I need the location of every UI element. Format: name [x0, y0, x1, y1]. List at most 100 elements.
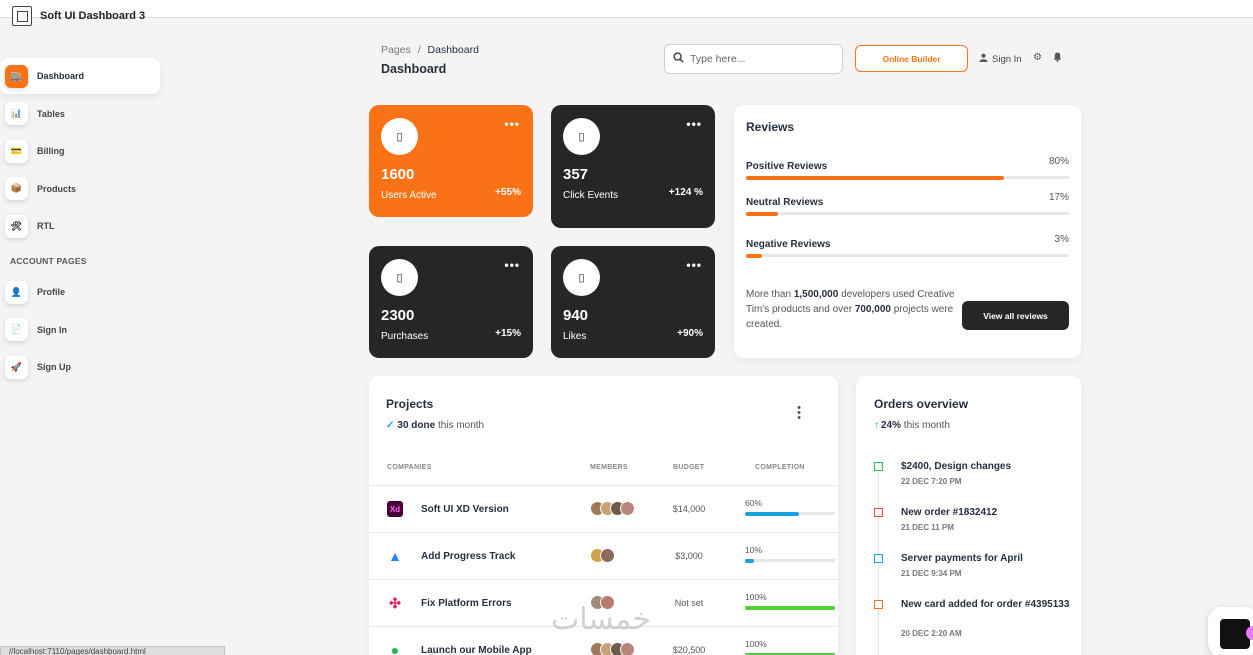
brand[interactable]: Soft UI Dashboard 3 — [12, 6, 145, 26]
html-icon — [874, 508, 883, 517]
sign-in-link[interactable]: Sign In — [979, 53, 1022, 65]
sign-in-label: Sign In — [992, 53, 1022, 65]
check-icon: ✓ — [386, 420, 395, 431]
sidebar-item-rtl[interactable]: 🛠 RTL — [0, 208, 160, 244]
stat-change: +15% — [495, 328, 521, 339]
bell-icon — [874, 462, 883, 471]
credit-card-icon: 💳 — [5, 139, 28, 163]
review-percent: 80% — [1048, 156, 1069, 167]
completion-bar — [745, 605, 835, 610]
mobile-icon: ▯ — [563, 259, 600, 296]
project-completion: 100% — [745, 592, 835, 610]
view-all-reviews-button[interactable]: View all reviews — [962, 301, 1069, 330]
breadcrumb-current: Dashboard — [427, 44, 479, 56]
brand-logo-icon — [12, 6, 32, 26]
timeline-date: 21 DEC 11 PM — [901, 523, 954, 532]
shop-icon: 🏬 — [5, 64, 28, 88]
stat-change: +90% — [677, 328, 703, 339]
timeline-text: $2400, Design changes — [901, 461, 1012, 472]
timeline-text: New order #1832412 — [901, 507, 998, 518]
stat-value: 1600 — [381, 166, 415, 183]
stat-value: 2300 — [381, 307, 415, 324]
floating-widget-button[interactable] — [1208, 607, 1253, 655]
member-avatars — [590, 548, 615, 563]
timeline-date: 20 DEC 2:20 AM — [901, 629, 962, 638]
project-name: Fix Platform Errors — [421, 598, 512, 609]
sidebar-item-label: Profile — [37, 287, 66, 297]
reviews-summary: More than 1,500,000 developers used Crea… — [746, 289, 955, 330]
stat-label: Likes — [563, 331, 587, 342]
review-percent: 3% — [1054, 234, 1069, 245]
review-progress-track — [746, 211, 1069, 216]
stat-value: 940 — [563, 307, 589, 324]
more-icon[interactable]: ••• — [504, 258, 520, 272]
sidebar-item-label: Tables — [37, 108, 65, 119]
sidebar: 🏬 Dashboard 📊 Tables 💳 Billing 📦 Product… — [0, 58, 170, 387]
more-icon[interactable]: ••• — [686, 117, 702, 131]
table-row[interactable]: Xd Soft UI XD Version $14,000 60% — [369, 485, 838, 532]
search-input[interactable] — [690, 53, 830, 65]
completion-percent: 60% — [745, 498, 763, 508]
breadcrumb-root[interactable]: Pages — [381, 44, 411, 56]
online-builder-button[interactable]: Online Builder — [855, 45, 968, 72]
completion-bar — [745, 511, 835, 516]
member-avatars — [590, 501, 635, 516]
timeline-date: 21 DEC 9:34 PM — [901, 569, 962, 578]
completion-percent: 100% — [745, 639, 767, 649]
avatar[interactable] — [620, 642, 635, 655]
review-progress-fill — [746, 175, 1005, 180]
member-avatars — [590, 642, 635, 655]
document-icon: 📄 — [5, 318, 28, 341]
user-icon: 👤 — [5, 280, 28, 304]
table-row[interactable]: ▲ Add Progress Track $3,000 10% — [369, 532, 838, 579]
review-progress-fill — [746, 253, 763, 258]
adobe-xd-icon: Xd — [387, 501, 403, 517]
mobile-icon: ▯ — [563, 118, 600, 155]
search-box[interactable] — [664, 44, 843, 74]
gear-icon[interactable]: ⚙ — [1033, 52, 1042, 63]
stat-card-users: ▯ ••• 1600 Users Active +55% — [369, 105, 533, 217]
atlassian-icon: ▲ — [388, 548, 402, 564]
sidebar-item-dashboard[interactable]: 🏬 Dashboard — [0, 58, 160, 94]
orders-subtitle: ↑ 24% this month — [874, 420, 950, 431]
timeline-text: New card added for order #4395133 — [901, 599, 1070, 610]
arrow-up-icon: ↑ — [874, 420, 879, 431]
box-icon: 📦 — [5, 177, 28, 200]
column-header-completion: COMPLETION — [755, 464, 805, 471]
column-header-companies: COMPANIES — [387, 464, 432, 471]
stat-value: 357 — [563, 166, 589, 183]
review-label: Negative Reviews — [746, 239, 831, 250]
stat-card-likes: ▯ ••• 940 Likes +90% — [551, 246, 715, 358]
bell-icon[interactable] — [1053, 52, 1062, 65]
more-vertical-icon[interactable]: • • • — [795, 403, 803, 424]
review-progress-fill — [746, 211, 779, 216]
review-percent: 17% — [1048, 192, 1069, 203]
completion-bar-fill — [745, 605, 835, 610]
sidebar-item-tables[interactable]: 📊 Tables — [0, 96, 160, 132]
sidebar-section-title: ACCOUNT PAGES — [10, 256, 87, 266]
project-completion: 100% — [745, 639, 835, 655]
project-budget: $14,000 — [672, 504, 706, 514]
user-icon — [979, 53, 988, 65]
project-budget: $20,500 — [672, 645, 706, 655]
sidebar-item-sign-up[interactable]: 🚀 Sign Up — [0, 349, 160, 385]
column-header-members: MEMBERS — [590, 464, 628, 471]
avatar[interactable] — [620, 501, 635, 516]
slack-icon: ✣ — [389, 594, 401, 611]
sidebar-item-sign-in[interactable]: 📄 Sign In — [0, 312, 160, 348]
sidebar-item-profile[interactable]: 👤 Profile — [0, 274, 160, 310]
credit-card-icon — [874, 600, 883, 609]
page-title: Dashboard — [381, 62, 447, 76]
project-name: Soft UI XD Version — [421, 504, 509, 515]
review-label: Neutral Reviews — [746, 197, 824, 208]
more-icon[interactable]: ••• — [504, 117, 520, 131]
more-icon[interactable]: ••• — [686, 258, 702, 272]
sidebar-item-products[interactable]: 📦 Products — [0, 171, 160, 207]
review-label: Positive Reviews — [746, 161, 828, 172]
stat-card-clicks: ▯ ••• 357 Click Events +124 % — [551, 105, 715, 228]
sidebar-item-label: Sign In — [37, 324, 67, 335]
avatar[interactable] — [600, 548, 615, 563]
project-budget: Not set — [674, 598, 704, 608]
sidebar-item-billing[interactable]: 💳 Billing — [0, 133, 160, 169]
review-row-negative: Negative Reviews 3% — [746, 234, 1069, 258]
